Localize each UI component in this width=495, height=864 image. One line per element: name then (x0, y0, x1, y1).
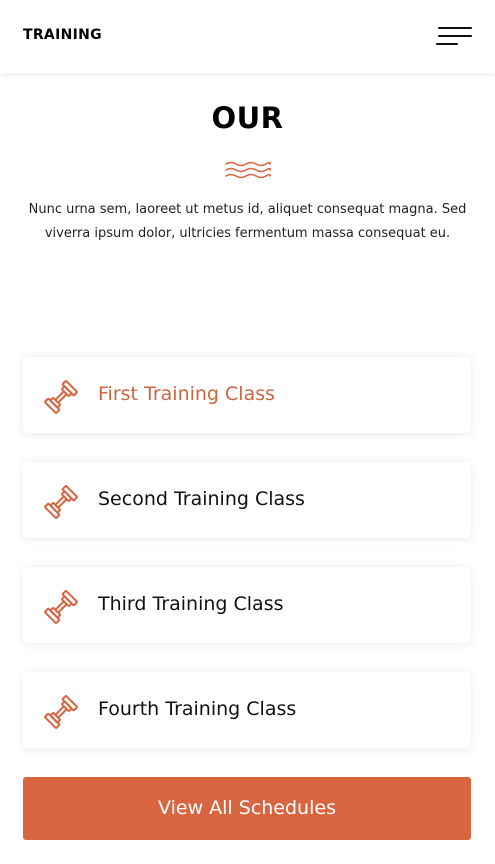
menu-line (438, 27, 472, 29)
training-class-label: Fourth Training Class (98, 698, 297, 720)
training-class-label: First Training Class (98, 383, 276, 405)
training-class-card-1[interactable]: First Training Class (23, 357, 471, 433)
view-all-schedules-button[interactable]: View All Schedules (23, 777, 471, 840)
training-class-card-2[interactable]: Second Training Class (23, 462, 471, 538)
dumbbell-icon (44, 590, 78, 624)
training-class-label: Second Training Class (98, 488, 305, 510)
dumbbell-icon (44, 485, 78, 519)
training-class-card-3[interactable]: Third Training Class (23, 567, 471, 643)
training-class-label: Third Training Class (98, 593, 284, 615)
section-title: OUR (211, 101, 284, 135)
dumbbell-icon (44, 695, 78, 729)
menu-line (438, 35, 472, 37)
training-class-card-4[interactable]: Fourth Training Class (23, 672, 471, 748)
dumbbell-icon (44, 380, 78, 414)
waves-icon (225, 161, 271, 179)
site-header: TRAINING (0, 0, 495, 73)
menu-line (436, 43, 458, 45)
hamburger-menu-icon[interactable] (432, 24, 472, 50)
brand-logo-text[interactable]: TRAINING (23, 26, 102, 44)
section-intro: Nunc urna sem, laoreet ut metus id, aliq… (28, 202, 467, 241)
